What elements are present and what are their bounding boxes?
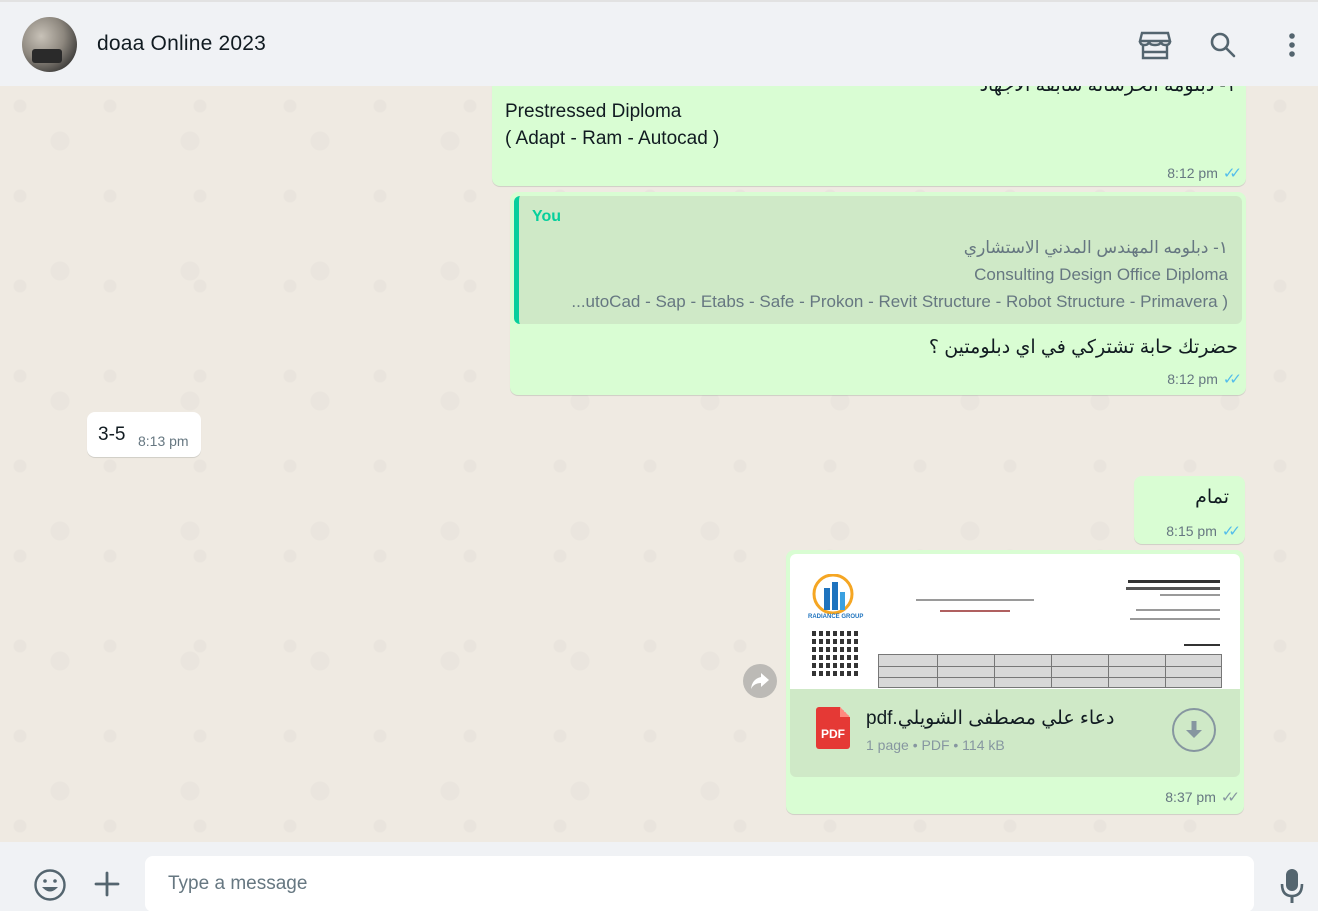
message-text: Prestressed Diploma bbox=[505, 101, 682, 122]
message-bubble[interactable]: ١- دبلومة الخرسانة سابقة الاجهاد Prestre… bbox=[492, 86, 1246, 186]
document-preview-line bbox=[940, 610, 1010, 612]
search-icon[interactable] bbox=[1206, 28, 1240, 62]
document-card[interactable]: PDF دعاء علي مصطفى الشويلي.pdf 1 page • … bbox=[790, 689, 1240, 777]
document-preview-line bbox=[1184, 644, 1220, 646]
download-button[interactable] bbox=[1172, 708, 1216, 752]
chat-area[interactable]: ١- دبلومة الخرسانة سابقة الاجهاد Prestre… bbox=[0, 86, 1318, 842]
document-preview-line bbox=[1160, 594, 1220, 596]
quote-text: Consulting Design Office Diploma bbox=[974, 265, 1228, 284]
contact-name[interactable]: doaa Online 2023 bbox=[97, 32, 266, 56]
voice-message-button[interactable] bbox=[1277, 866, 1307, 906]
logo-text: RADIANCE GROUP bbox=[808, 614, 864, 620]
message-text: 3-5 bbox=[98, 424, 126, 445]
message-text: ١- دبلومة الخرسانة سابقة الاجهاد bbox=[979, 86, 1236, 97]
message-time: 8:37 pm ✓✓ bbox=[1165, 789, 1240, 806]
document-preview-line bbox=[1136, 609, 1220, 611]
message-time: 8:12 pm ✓✓ bbox=[1167, 165, 1242, 182]
microphone-icon bbox=[1280, 869, 1304, 903]
storefront-icon[interactable] bbox=[1138, 28, 1172, 62]
message-bubble[interactable]: 3-5 8:13 pm bbox=[87, 412, 201, 457]
message-text: ( Adapt - Ram - Autocad ) bbox=[505, 128, 720, 149]
forward-button[interactable] bbox=[743, 664, 777, 698]
document-preview-table bbox=[878, 654, 1222, 688]
emoji-button[interactable] bbox=[31, 866, 69, 904]
attach-button[interactable] bbox=[89, 866, 125, 902]
message-text: تمام bbox=[1195, 487, 1229, 508]
read-ticks-icon: ✓✓ bbox=[1222, 165, 1242, 182]
document-preview-line bbox=[1128, 580, 1220, 583]
document-meta: 1 page • PDF • 114 kB bbox=[866, 737, 1005, 753]
quote-text: ...utoCad - Sap - Etabs - Safe - Prokon … bbox=[571, 292, 1228, 311]
document-message[interactable]: RADIANCE GROUP PDF دعاء علي مصطفى الشويل… bbox=[786, 550, 1244, 814]
document-preview-line bbox=[1126, 587, 1220, 590]
document-preview-line bbox=[1130, 618, 1220, 620]
pdf-file-icon: PDF bbox=[816, 707, 850, 749]
composer-bar bbox=[0, 842, 1318, 911]
message-text: حضرتك حابة تشتركي في اي دبلومتين ؟ bbox=[928, 337, 1238, 358]
message-time: 8:15 pm ✓✓ bbox=[1166, 523, 1241, 540]
message-time: 8:12 pm ✓✓ bbox=[1167, 371, 1242, 388]
delivered-ticks-icon: ✓✓ bbox=[1220, 789, 1240, 806]
qr-code bbox=[812, 630, 858, 676]
more-vertical-icon[interactable] bbox=[1275, 28, 1309, 62]
download-icon bbox=[1186, 721, 1202, 738]
plus-icon bbox=[94, 871, 120, 897]
document-preview[interactable]: RADIANCE GROUP bbox=[790, 554, 1240, 689]
read-ticks-icon: ✓✓ bbox=[1221, 523, 1241, 540]
message-bubble[interactable]: تمام 8:15 pm ✓✓ bbox=[1134, 476, 1245, 544]
forward-icon bbox=[751, 673, 769, 689]
message-input[interactable] bbox=[145, 856, 1254, 911]
quote-author: You bbox=[532, 208, 562, 225]
contact-avatar[interactable] bbox=[22, 17, 77, 72]
quoted-message[interactable]: You ١- دبلومه المهندس المدني الاستشاري C… bbox=[514, 196, 1242, 324]
quote-text: ١- دبلومه المهندس المدني الاستشاري bbox=[963, 238, 1228, 257]
message-bubble[interactable]: You ١- دبلومه المهندس المدني الاستشاري C… bbox=[510, 192, 1246, 395]
chat-header[interactable]: doaa Online 2023 bbox=[0, 0, 1318, 86]
document-filename: دعاء علي مصطفى الشويلي.pdf bbox=[866, 708, 1115, 729]
company-logo-icon bbox=[812, 574, 854, 614]
message-time: 8:13 pm bbox=[138, 433, 189, 449]
read-ticks-icon: ✓✓ bbox=[1222, 371, 1242, 388]
document-preview-line bbox=[916, 599, 1034, 601]
emoji-icon bbox=[34, 869, 66, 901]
